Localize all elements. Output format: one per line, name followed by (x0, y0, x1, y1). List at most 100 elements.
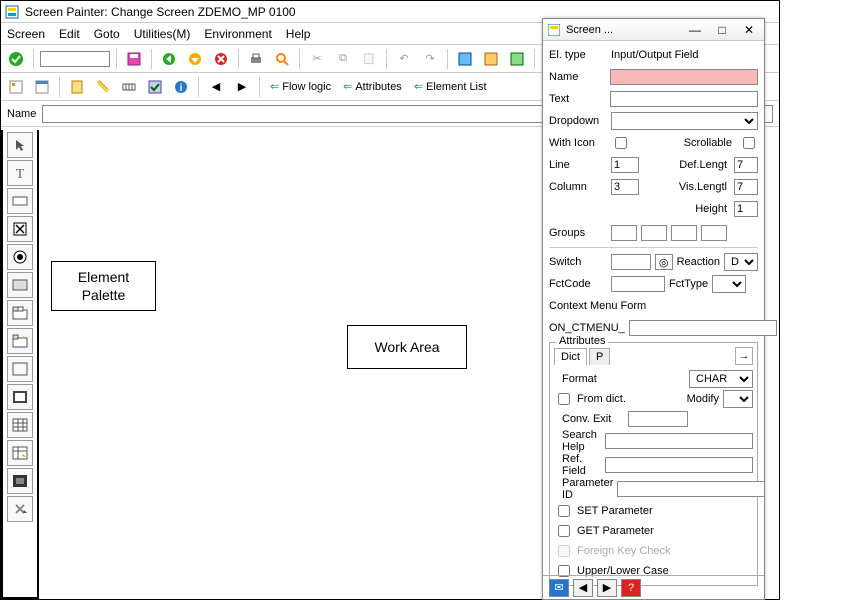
get-parameter-checkbox[interactable] (558, 525, 570, 537)
group1-input[interactable] (611, 225, 637, 241)
text-prop-input[interactable] (610, 91, 758, 107)
nav-prev-icon[interactable]: ◀ (573, 579, 593, 597)
nav-next-icon[interactable]: ▶ (597, 579, 617, 597)
column-input[interactable] (611, 179, 639, 195)
nav-help-icon[interactable]: ? (621, 579, 641, 597)
def-length-input[interactable] (734, 157, 758, 173)
reaction-select[interactable]: D (724, 253, 758, 271)
group2-input[interactable] (641, 225, 667, 241)
screen-attributes-icon[interactable] (5, 76, 27, 98)
checkbox-tool-icon[interactable] (7, 216, 33, 242)
format-label: Format (554, 373, 624, 385)
fcttype-select[interactable] (712, 275, 746, 293)
name-prop-input[interactable] (610, 69, 758, 85)
element-list-button[interactable]: ⇐Element List (410, 76, 491, 98)
menu-help[interactable]: Help (286, 27, 311, 41)
minimize-icon[interactable]: — (684, 22, 706, 38)
tabstrip-wizard-tool-icon[interactable] (7, 328, 33, 354)
switch-input[interactable] (611, 254, 651, 270)
redo-icon[interactable]: ↷ (419, 48, 441, 70)
context-menu-input[interactable] (629, 320, 777, 336)
scrollable-checkbox[interactable] (743, 137, 755, 149)
ruler-icon[interactable]: 📏 (92, 76, 114, 98)
tab-next-icon[interactable]: → (735, 347, 753, 365)
table-control-tool-icon[interactable] (7, 412, 33, 438)
status-icon-tool-icon[interactable] (7, 496, 33, 522)
modify-select[interactable] (723, 390, 753, 408)
dropdown-prop-select[interactable] (611, 112, 758, 130)
ref-field-input[interactable] (605, 457, 753, 473)
conv-exit-input[interactable] (628, 411, 688, 427)
radio-button-tool-icon[interactable] (7, 244, 33, 270)
box-tool-icon[interactable] (7, 356, 33, 382)
undo-icon[interactable]: ↶ (393, 48, 415, 70)
tab-program[interactable]: P (589, 348, 610, 365)
context-menu-prefix: ON_CTMENU_ (549, 322, 625, 334)
group4-input[interactable] (701, 225, 727, 241)
cut-icon[interactable]: ✂ (306, 48, 328, 70)
from-dict-label: From dict. (577, 393, 626, 405)
dropdown-prop-label: Dropdown (549, 115, 607, 127)
cancel-icon[interactable] (210, 48, 232, 70)
switch-browse-icon[interactable]: ◎ (655, 254, 673, 270)
float-body: El. type Input/Output Field Name Text Dr… (543, 41, 764, 590)
subscreen-tool-icon[interactable] (7, 384, 33, 410)
close-icon[interactable]: ✕ (738, 22, 760, 38)
fctcode-input[interactable] (611, 276, 665, 292)
set-parameter-checkbox[interactable] (558, 505, 570, 517)
print-icon[interactable] (245, 48, 267, 70)
window-icon[interactable] (31, 76, 53, 98)
save-icon[interactable] (123, 48, 145, 70)
line-input[interactable] (611, 157, 639, 173)
custom-control-tool-icon[interactable] (7, 468, 33, 494)
back-icon[interactable] (158, 48, 180, 70)
copy-icon[interactable]: ⧉ (332, 48, 354, 70)
menu-utilities[interactable]: Utilities(M) (134, 27, 191, 41)
group3-input[interactable] (671, 225, 697, 241)
input-field-tool-icon[interactable] (7, 188, 33, 214)
menu-environment[interactable]: Environment (204, 27, 271, 41)
tab-dict[interactable]: Dict (554, 348, 587, 365)
grill-icon[interactable] (118, 76, 140, 98)
flow-logic-button[interactable]: ⇐Flow logic (266, 76, 335, 98)
find-icon[interactable] (271, 48, 293, 70)
float-title: Screen ... (566, 24, 613, 36)
annotation-element-palette: Element Palette (51, 261, 156, 311)
vis-length-input[interactable] (734, 179, 758, 195)
text-field-tool-icon[interactable]: T (7, 160, 33, 186)
pushbutton-tool-icon[interactable] (7, 272, 33, 298)
menu-screen[interactable]: Screen (7, 27, 45, 41)
ref-field-label: Ref. Field (554, 453, 601, 477)
ok-icon[interactable] (5, 48, 27, 70)
with-icon-checkbox[interactable] (615, 137, 627, 149)
groups-label: Groups (549, 227, 607, 239)
menu-goto[interactable]: Goto (94, 27, 120, 41)
pointer-tool-icon[interactable] (7, 132, 33, 158)
dictionary-icon[interactable] (66, 76, 88, 98)
exit-icon[interactable] (184, 48, 206, 70)
format-select[interactable]: CHAR (689, 370, 753, 388)
menu-edit[interactable]: Edit (59, 27, 80, 41)
layout3-icon[interactable] (506, 48, 528, 70)
search-help-input[interactable] (605, 433, 753, 449)
parameter-id-input[interactable] (617, 481, 765, 497)
tabstrip-tool-icon[interactable] (7, 300, 33, 326)
prev-icon[interactable]: ◀ (205, 76, 227, 98)
foreign-key-checkbox (558, 545, 570, 557)
context-menu-label: Context Menu Form (549, 300, 646, 312)
mail-icon[interactable]: ✉ (549, 579, 569, 597)
height-input[interactable] (734, 201, 758, 217)
table-wizard-tool-icon[interactable] (7, 440, 33, 466)
maximize-icon[interactable]: □ (711, 22, 733, 38)
layout1-icon[interactable] (454, 48, 476, 70)
from-dict-checkbox[interactable] (558, 393, 570, 405)
info-icon[interactable]: i (170, 76, 192, 98)
paste-icon[interactable]: 📋 (358, 48, 380, 70)
app-icon (5, 5, 19, 19)
attributes-button[interactable]: ⇐Attributes (339, 76, 406, 98)
next-icon[interactable]: ▶ (231, 76, 253, 98)
layout2-icon[interactable] (480, 48, 502, 70)
name-prop-label: Name (549, 71, 606, 83)
command-field[interactable] (40, 51, 110, 67)
check-icon[interactable] (144, 76, 166, 98)
